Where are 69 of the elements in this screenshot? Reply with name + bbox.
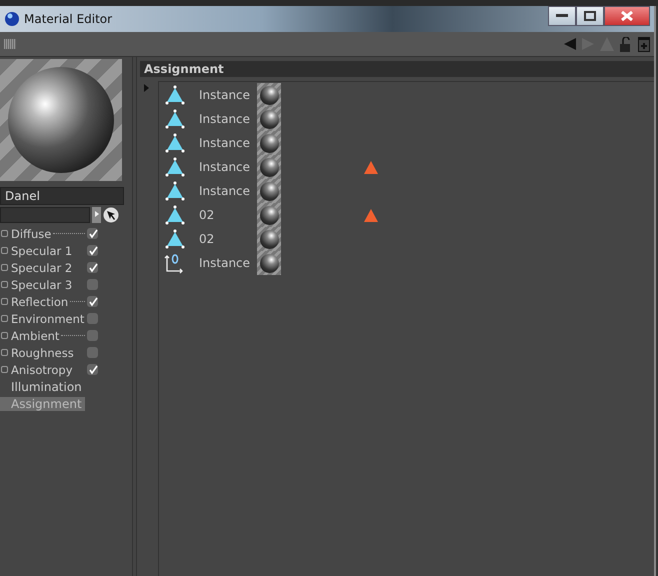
right-arrow-icon <box>94 211 98 217</box>
channel-toggle-icon[interactable] <box>1 366 8 373</box>
channel-tab[interactable]: Illumination <box>0 380 86 394</box>
material-thumbnail[interactable] <box>257 203 281 227</box>
link-field[interactable] <box>0 207 90 223</box>
object-name[interactable]: Instance <box>199 112 257 126</box>
channel-toggle-icon[interactable] <box>1 315 8 322</box>
material-thumbnail[interactable] <box>257 131 281 155</box>
material-thumbnail[interactable] <box>257 107 281 131</box>
window-title: Material Editor <box>24 12 114 26</box>
material-thumbnail[interactable] <box>257 83 281 107</box>
channel-toggle-icon[interactable] <box>1 230 8 237</box>
close-button[interactable] <box>604 6 650 26</box>
channel-label[interactable]: Specular 1 <box>9 244 74 258</box>
channel-toggle-icon[interactable] <box>1 264 8 271</box>
channel-label[interactable]: Diffuse <box>9 226 54 240</box>
checkbox[interactable] <box>87 330 98 341</box>
channel-label[interactable]: Environment <box>9 312 86 326</box>
material-thumbnail[interactable] <box>257 155 281 179</box>
back-arrow-icon[interactable] <box>564 38 576 50</box>
polygon-object-icon <box>164 204 186 226</box>
channel-label[interactable]: Reflection <box>9 294 70 308</box>
material-thumbnail[interactable] <box>257 179 281 203</box>
polygon-object-icon <box>164 156 186 178</box>
channel-label[interactable]: Ambient <box>9 328 62 342</box>
polygon-object-icon <box>164 108 186 130</box>
object-name[interactable]: Instance <box>199 184 257 198</box>
object-name[interactable]: 02 <box>199 208 257 222</box>
material-thumbnail[interactable] <box>257 251 281 275</box>
checkbox[interactable] <box>87 228 98 239</box>
checkbox[interactable] <box>87 262 98 273</box>
checkbox[interactable] <box>87 296 98 307</box>
unlocked-padlock-icon[interactable] <box>620 36 632 52</box>
checkbox[interactable] <box>87 347 98 358</box>
new-window-icon[interactable] <box>638 36 650 52</box>
close-icon <box>621 11 633 21</box>
name-field[interactable]: Danel <box>0 187 124 205</box>
checkbox[interactable] <box>87 279 98 290</box>
material-thumbnail[interactable] <box>257 227 281 251</box>
object-name[interactable]: 02 <box>199 232 257 246</box>
sphere-icon <box>4 11 20 27</box>
channel-label[interactable]: Roughness <box>9 346 76 360</box>
checkbox[interactable] <box>87 313 98 324</box>
channel-toggle-icon[interactable] <box>1 349 8 356</box>
polygon-object-icon <box>164 132 186 154</box>
channel-toggle-icon[interactable] <box>1 281 8 288</box>
object-name[interactable]: Instance <box>199 160 257 174</box>
polygon-object-icon <box>164 84 186 106</box>
polygon-object-icon <box>164 180 186 202</box>
channel-toggle-icon[interactable] <box>1 332 8 339</box>
panel-header: Assignment <box>140 61 654 77</box>
channel-label[interactable]: Specular 3 <box>9 278 74 292</box>
pointer-icon[interactable] <box>103 207 119 223</box>
minimize-icon <box>556 14 568 18</box>
object-name[interactable]: Instance <box>199 136 257 150</box>
polygon-object-icon <box>164 228 186 250</box>
maximize-icon <box>584 11 596 21</box>
minimize-button[interactable] <box>548 6 576 26</box>
object-name[interactable]: Instance <box>199 256 257 270</box>
grip-icon <box>4 39 16 49</box>
checkbox[interactable] <box>87 364 98 375</box>
object-name[interactable]: Instance <box>199 88 257 102</box>
channel-toggle-icon[interactable] <box>1 298 8 305</box>
channel-toggle-icon[interactable] <box>1 247 8 254</box>
maximize-button[interactable] <box>576 6 604 26</box>
channel-label[interactable]: Anisotropy <box>9 362 75 376</box>
checkbox[interactable] <box>87 245 98 256</box>
channel-label[interactable]: Specular 2 <box>9 260 74 274</box>
expand-arrow-icon[interactable] <box>144 84 149 92</box>
